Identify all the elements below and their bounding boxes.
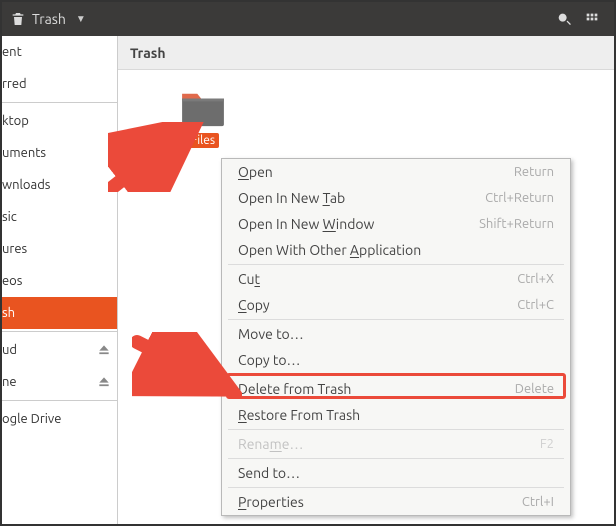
eject-icon[interactable] [97, 343, 111, 357]
ctx-open-with[interactable]: Open With Other Application [222, 237, 570, 263]
sidebar-item-phone[interactable]: ne [2, 366, 117, 398]
context-menu: Open Return Open In New Tab Ctrl+Return … [221, 158, 571, 516]
separator [228, 458, 564, 459]
view-grid-button[interactable] [578, 5, 606, 33]
sidebar-item-music[interactable]: sic [2, 201, 117, 233]
grid-icon [584, 11, 600, 27]
sidebar-item-videos[interactable]: eos [2, 265, 117, 297]
sidebar-item-pictures[interactable]: ures [2, 233, 117, 265]
ctx-delete-from-trash[interactable]: Delete from Trash Delete [222, 376, 570, 402]
sidebar-item-google-drive[interactable]: ogle Drive [2, 403, 117, 435]
ctx-restore-from-trash[interactable]: Restore From Trash [222, 402, 570, 428]
path-bar: Trash [118, 36, 614, 70]
sidebar-item-trash[interactable]: sh [2, 297, 117, 329]
ctx-open-new-tab[interactable]: Open In New Tab Ctrl+Return [222, 185, 570, 211]
ctx-copy[interactable]: Copy Ctrl+C [222, 292, 570, 318]
location-title: Trash [32, 11, 66, 27]
header-bar: Trash ▼ [2, 2, 614, 36]
ctx-move-to[interactable]: Move to… [222, 321, 570, 347]
sidebar-item-downloads[interactable]: wnloads [2, 169, 117, 201]
folder-icon [180, 90, 226, 128]
ctx-open-new-window[interactable]: Open In New Window Shift+Return [222, 211, 570, 237]
sidebar-item-recent[interactable]: ent [2, 36, 117, 68]
separator [228, 264, 564, 265]
ctx-open[interactable]: Open Return [222, 159, 570, 185]
sidebar-item-documents[interactable]: uments [2, 137, 117, 169]
sidebar-item-cloud[interactable]: ud [2, 334, 117, 366]
file-label: Files [187, 133, 219, 148]
search-icon [556, 11, 572, 27]
sidebar-item-desktop[interactable]: ktop [2, 105, 117, 137]
ctx-rename: Rename… F2 [222, 431, 570, 457]
ctx-send-to[interactable]: Send to… [222, 460, 570, 486]
trash-icon [10, 11, 26, 27]
chevron-down-icon: ▼ [76, 13, 86, 25]
search-button[interactable] [550, 5, 578, 33]
separator [228, 429, 564, 430]
location-button[interactable]: Trash ▼ [10, 11, 86, 27]
ctx-cut[interactable]: Cut Ctrl+X [222, 266, 570, 292]
separator [2, 331, 117, 332]
separator [2, 400, 117, 401]
eject-icon[interactable] [97, 375, 111, 389]
ctx-copy-to[interactable]: Copy to… [222, 347, 570, 373]
path-title: Trash [130, 45, 166, 61]
ctx-properties[interactable]: Properties Ctrl+I [222, 489, 570, 515]
separator [228, 374, 564, 375]
sidebar: ent rred ktop uments wnloads sic ures eo… [2, 36, 118, 524]
file-icon-files[interactable]: Files [174, 90, 232, 148]
sidebar-item-starred[interactable]: rred [2, 68, 117, 100]
separator [228, 487, 564, 488]
separator [2, 102, 117, 103]
separator [228, 319, 564, 320]
